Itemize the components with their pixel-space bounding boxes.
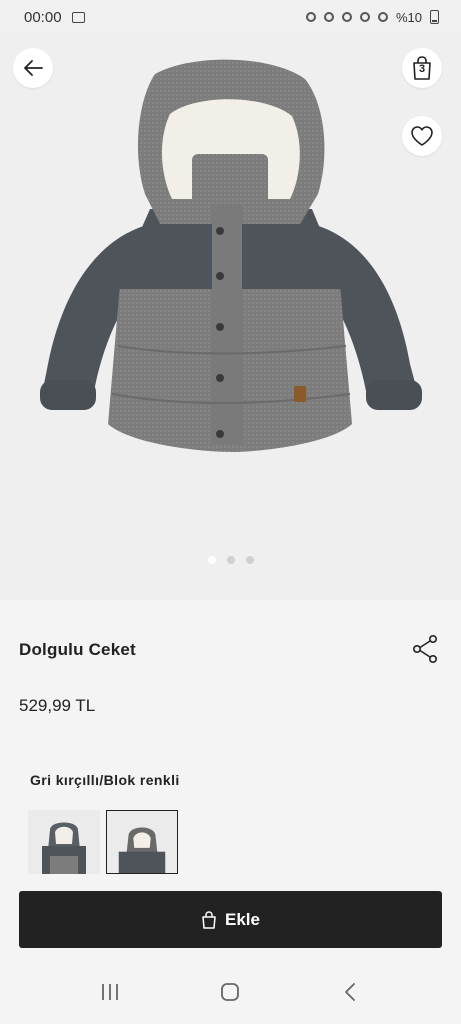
thumbnail-jacket-image xyxy=(118,827,166,873)
nav-home-button[interactable] xyxy=(210,972,250,1012)
alarm-icon xyxy=(305,12,316,22)
battery-percent: %10 xyxy=(395,9,422,25)
back-button[interactable] xyxy=(13,48,53,88)
pagination-dot-2[interactable] xyxy=(226,556,235,564)
chevron-left-icon xyxy=(344,983,355,1001)
mute-icon xyxy=(323,12,334,22)
share-icon xyxy=(413,634,437,663)
shopping-bag-icon xyxy=(202,910,216,929)
color-variant-label: Gri kırçıllı/Blok renkli xyxy=(30,772,180,788)
share-button[interactable] xyxy=(408,632,442,666)
color-variant-thumbnail-1[interactable] xyxy=(28,810,100,874)
thumbnail-jacket-image xyxy=(42,822,86,874)
shopping-bag-button[interactable]: 3 xyxy=(402,48,442,88)
battery-icon xyxy=(430,10,439,24)
signal-icon xyxy=(377,12,388,22)
hotspot-icon xyxy=(341,12,352,22)
add-to-bag-button[interactable]: Ekle xyxy=(19,891,442,948)
bag-count-badge: 3 xyxy=(418,63,426,75)
pagination-dot-1[interactable] xyxy=(207,556,216,564)
arrow-left-icon xyxy=(24,60,43,76)
system-navigation-bar xyxy=(0,960,461,1024)
product-image-gallery[interactable]: 3 xyxy=(0,34,461,600)
gallery-pagination xyxy=(0,556,461,564)
color-variant-thumbnail-2[interactable] xyxy=(106,810,178,874)
product-image-jacket xyxy=(40,59,422,452)
favorite-button[interactable] xyxy=(402,116,442,156)
product-info: Dolgulu Ceket 529,99 TL Gri kırçıllı/Blo… xyxy=(0,600,461,890)
status-time: 00:00 xyxy=(24,8,62,26)
recents-icon xyxy=(102,984,119,1000)
nav-back-button[interactable] xyxy=(331,972,371,1012)
add-to-bag-label: Ekle xyxy=(225,909,260,929)
heart-icon xyxy=(411,126,433,146)
home-icon xyxy=(221,983,240,1001)
product-title: Dolgulu Ceket xyxy=(19,640,136,659)
pagination-dot-3[interactable] xyxy=(245,556,254,564)
status-bar: 00:00 %10 xyxy=(0,0,461,34)
nav-recents-button[interactable] xyxy=(90,972,130,1012)
image-notification-icon xyxy=(71,11,85,23)
wifi-icon xyxy=(359,12,370,22)
product-price: 529,99 TL xyxy=(19,696,96,715)
